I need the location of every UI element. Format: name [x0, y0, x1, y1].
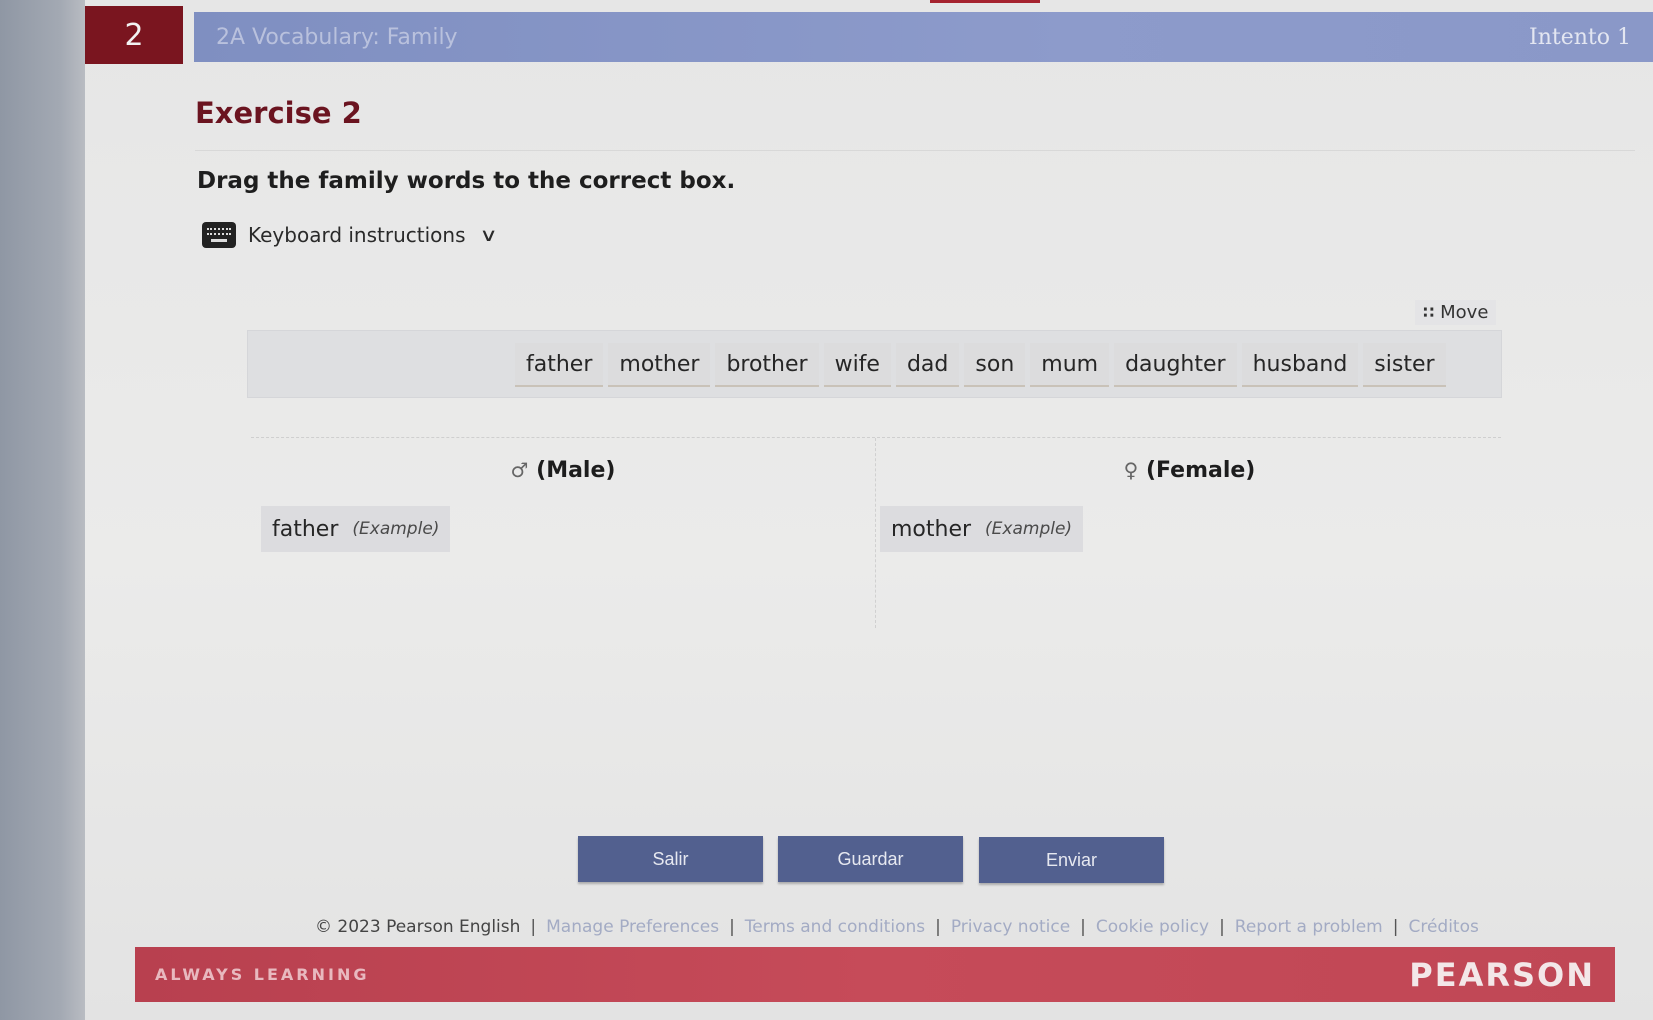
female-column-header: ♀ (Female): [878, 458, 1501, 483]
keyboard-instructions-toggle[interactable]: Keyboard instructions ∨: [202, 222, 498, 248]
word-chip[interactable]: son: [964, 343, 1026, 385]
exercise-title: Exercise 2: [195, 96, 362, 130]
brand-tagline: ALWAYS LEARNING: [155, 965, 370, 984]
footer-link-privacy[interactable]: Privacy notice: [951, 917, 1070, 937]
footer-links: © 2023 Pearson English | Manage Preferen…: [315, 917, 1479, 937]
word-chip[interactable]: brother: [715, 343, 819, 385]
grip-dots-icon: ∷: [1423, 303, 1434, 322]
footer-link-cookie-policy[interactable]: Cookie policy: [1096, 917, 1209, 937]
footer-link-manage-preferences[interactable]: Manage Preferences: [546, 917, 719, 937]
separator: |: [729, 917, 735, 937]
chevron-down-icon: ∨: [478, 224, 498, 246]
word-bank: father mother brother wife dad son mum d…: [247, 330, 1502, 398]
male-column-header: ♂ (Male): [251, 458, 875, 483]
word-chip-list: father mother brother wife dad son mum d…: [515, 343, 1446, 385]
question-number-badge: 2: [85, 6, 183, 64]
separator: |: [530, 917, 537, 937]
male-column-label: (Male): [536, 458, 616, 483]
footer-link-report-problem[interactable]: Report a problem: [1235, 917, 1383, 937]
female-example-tag: (Example): [985, 519, 1073, 539]
move-handle[interactable]: ∷ Move: [1415, 300, 1497, 325]
copyright-text: © 2023 Pearson English: [315, 917, 521, 937]
submit-button[interactable]: Enviar: [979, 837, 1164, 883]
female-example-word: mother: [891, 516, 972, 542]
keyboard-instructions-label: Keyboard instructions: [248, 223, 466, 247]
save-button[interactable]: Guardar: [778, 836, 963, 882]
instruction-text: Drag the family words to the correct box…: [197, 168, 736, 194]
activity-title: 2A Vocabulary: Family: [216, 24, 458, 50]
move-label: Move: [1440, 302, 1489, 323]
male-example-chip: father (Example): [261, 506, 451, 552]
separator: |: [1219, 917, 1225, 937]
keyboard-icon: [202, 222, 236, 248]
divider: [195, 150, 1635, 151]
brand-bar: ALWAYS LEARNING PEARSON: [135, 947, 1615, 1002]
female-drop-zone[interactable]: ♀ (Female) mother (Example): [878, 438, 1501, 628]
male-drop-zone[interactable]: ♂ (Male) father (Example): [251, 438, 876, 628]
word-chip[interactable]: wife: [823, 343, 891, 385]
word-chip[interactable]: sister: [1363, 343, 1446, 385]
female-symbol-icon: ♀: [1123, 458, 1139, 482]
male-symbol-icon: ♂: [510, 458, 529, 482]
footer-link-credits[interactable]: Créditos: [1408, 917, 1478, 937]
page: 2 2A Vocabulary: Family Intento 1 Exerci…: [85, 0, 1653, 1020]
top-accent-line: [930, 0, 1040, 3]
attempt-label: Intento 1: [1529, 24, 1631, 50]
male-example-word: father: [272, 516, 339, 542]
separator: |: [935, 917, 941, 937]
sort-area: ♂ (Male) father (Example) ♀ (Female) mot…: [251, 437, 1501, 628]
word-chip[interactable]: father: [515, 343, 604, 385]
word-chip[interactable]: daughter: [1114, 343, 1237, 385]
separator: |: [1392, 917, 1399, 937]
female-example-chip: mother (Example): [880, 506, 1084, 552]
activity-title-bar: 2A Vocabulary: Family Intento 1: [194, 12, 1653, 62]
exit-button[interactable]: Salir: [578, 836, 763, 882]
pearson-logo: PEARSON: [1409, 955, 1595, 994]
word-chip[interactable]: mother: [608, 343, 711, 385]
word-chip[interactable]: dad: [895, 343, 960, 385]
footer-link-terms[interactable]: Terms and conditions: [745, 917, 925, 937]
word-chip[interactable]: mum: [1030, 343, 1110, 385]
male-example-tag: (Example): [352, 519, 440, 539]
word-chip[interactable]: husband: [1241, 343, 1359, 385]
female-column-label: (Female): [1145, 458, 1256, 483]
separator: |: [1080, 917, 1086, 937]
